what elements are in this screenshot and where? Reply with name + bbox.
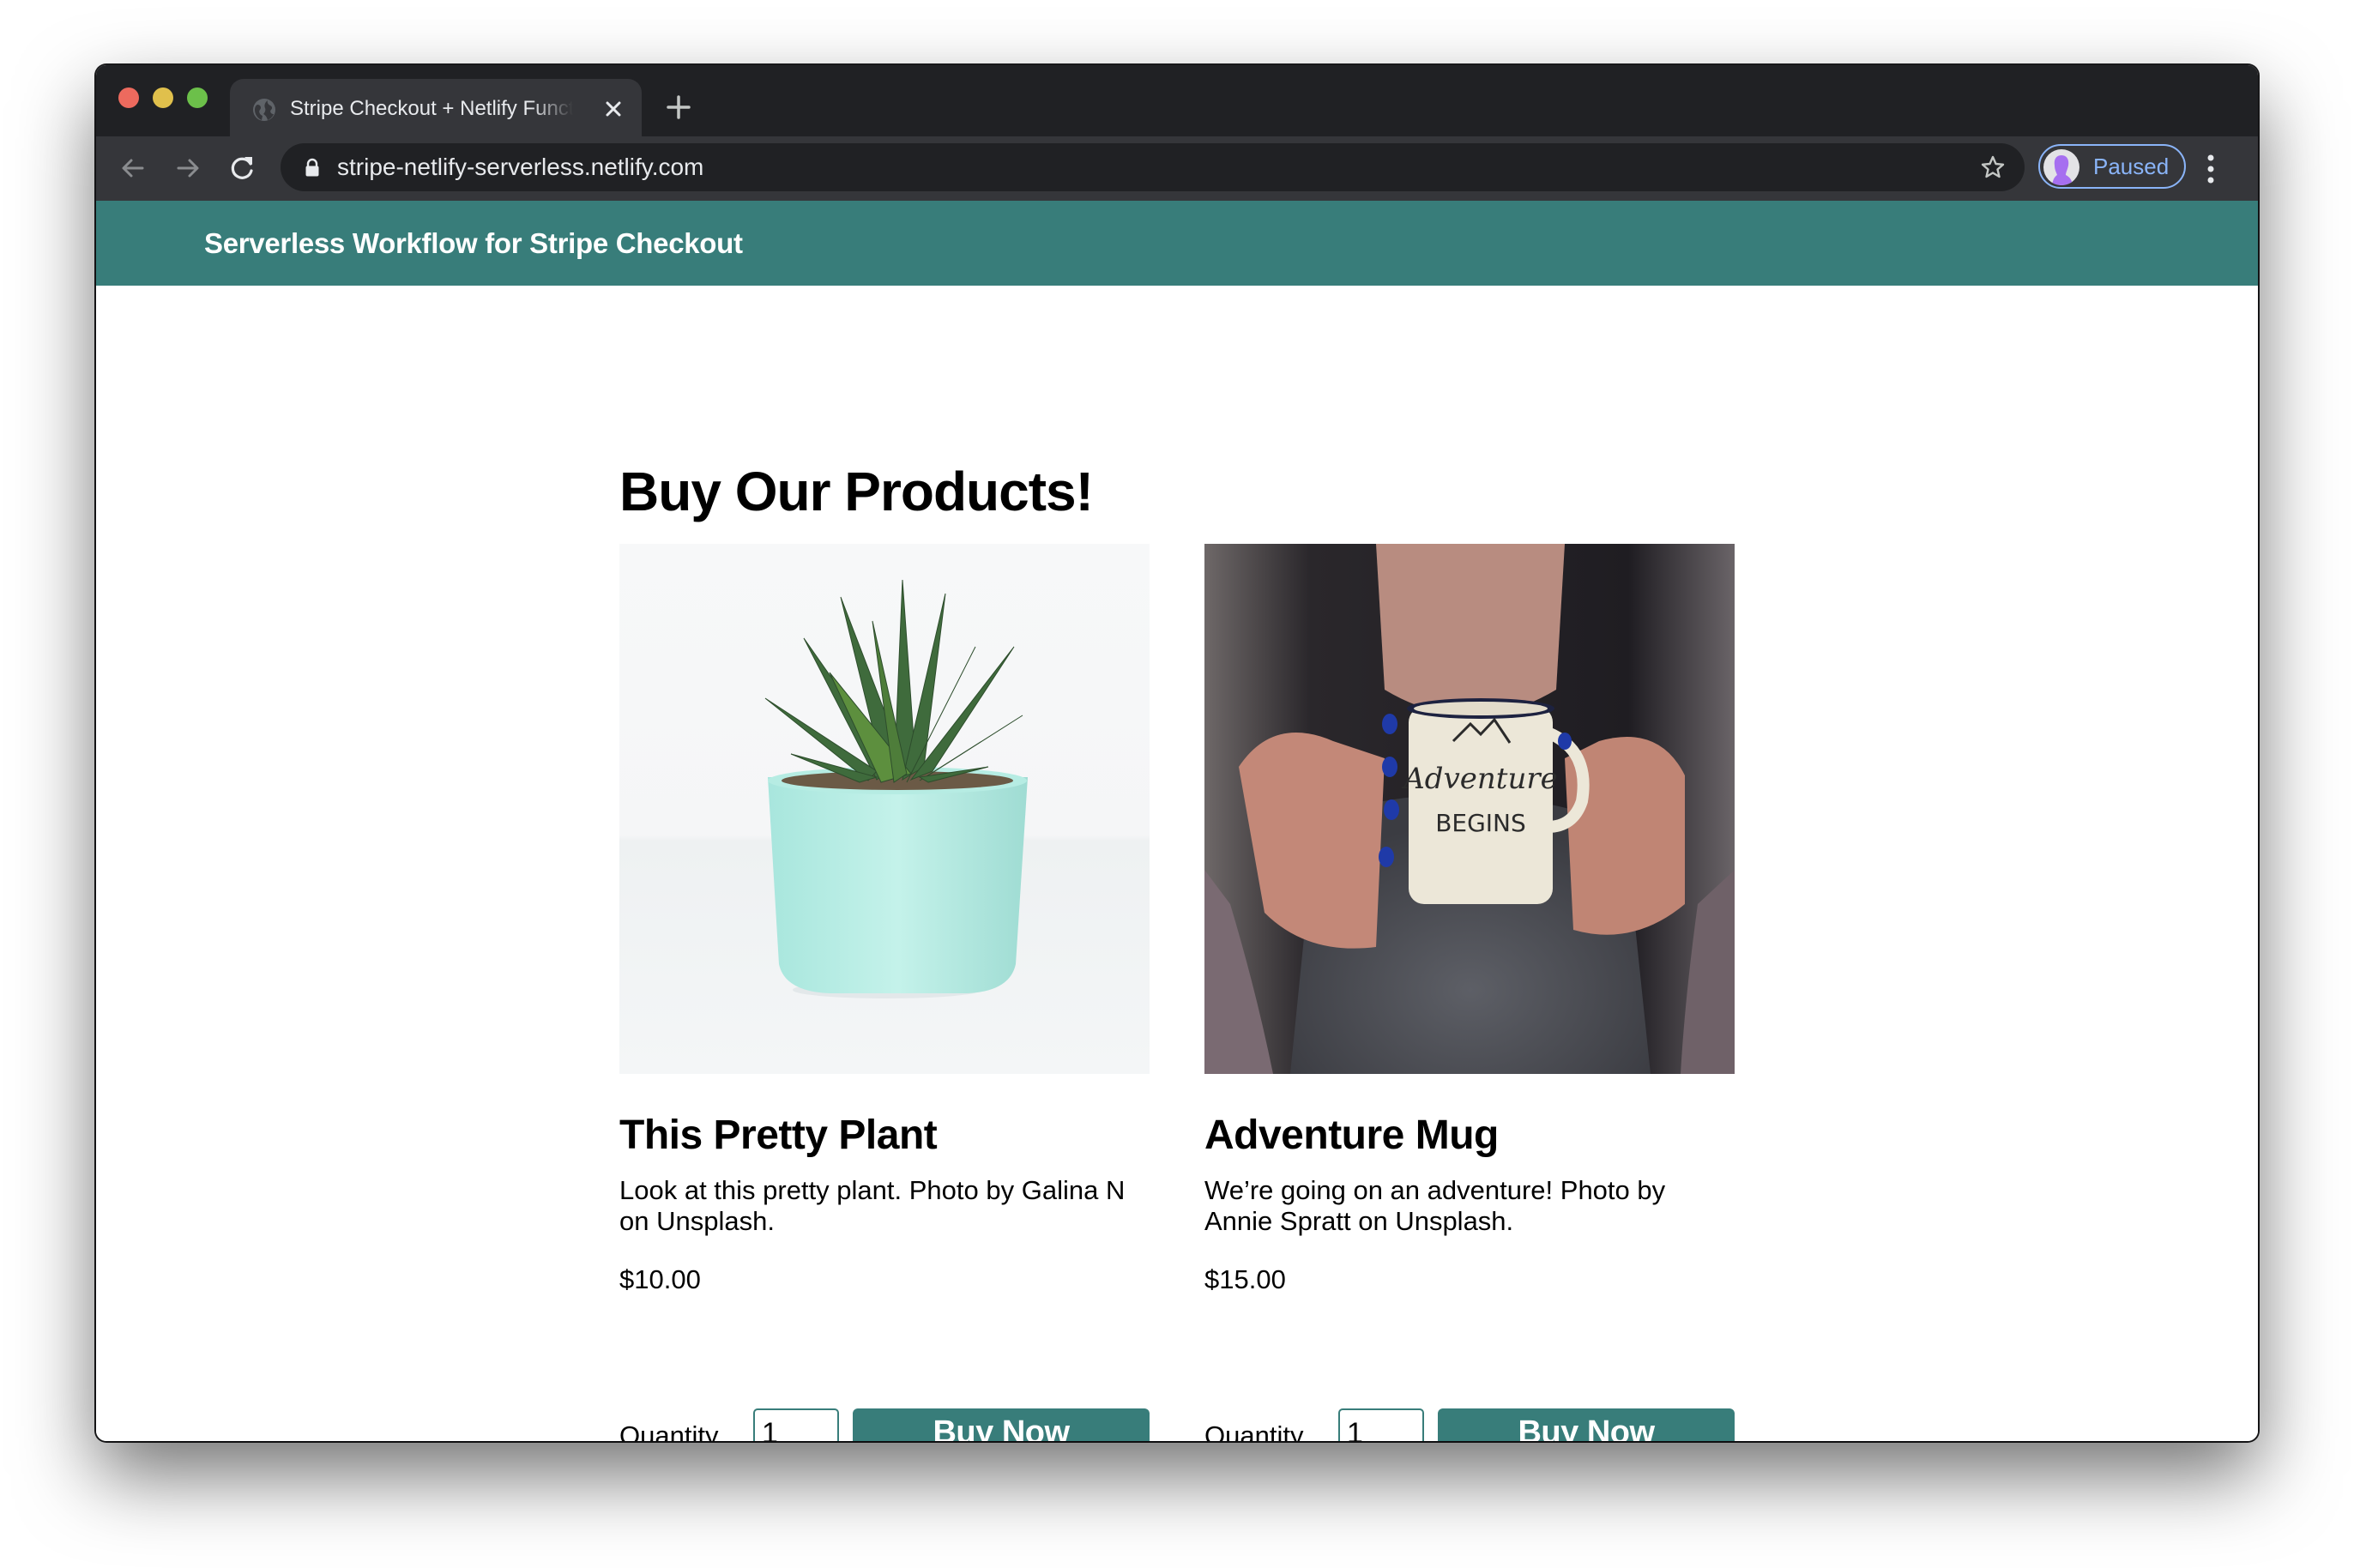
minimize-window-button[interactable] xyxy=(153,87,173,108)
quantity-row: Quantity Buy Now xyxy=(1204,1408,1735,1441)
product-image-mug: Adventure BEGINS xyxy=(1204,544,1735,1074)
buy-now-button[interactable]: Buy Now xyxy=(1438,1408,1735,1441)
page-content: Buy Our Products! This Pretty Plant Look… xyxy=(96,286,2258,1441)
profile-status: Paused xyxy=(2093,154,2170,179)
svg-text:Adventure: Adventure xyxy=(1401,762,1557,796)
site-header: Serverless Workflow for Stripe Checkout xyxy=(96,201,2258,286)
tab-strip: Stripe Checkout + Netlify Functions xyxy=(96,65,2258,137)
zoom-window-button[interactable] xyxy=(187,87,208,108)
product-name: This Pretty Plant xyxy=(619,1113,938,1158)
tab-title: Stripe Checkout + Netlify Functions xyxy=(290,97,573,120)
product-name: Adventure Mug xyxy=(1204,1113,1499,1158)
url-text[interactable]: stripe-netlify-serverless.netlify.com xyxy=(337,143,703,191)
address-bar[interactable]: stripe-netlify-serverless.netlify.com xyxy=(281,143,2025,191)
potted-succulent-photo xyxy=(619,544,1150,1074)
svg-text:BEGINS: BEGINS xyxy=(1435,809,1526,837)
profile-button[interactable]: Paused xyxy=(2038,144,2186,189)
product-price: $15.00 xyxy=(1204,1264,1286,1294)
reload-icon[interactable] xyxy=(228,154,257,183)
product-price: $10.00 xyxy=(619,1264,701,1294)
arrow-right-icon[interactable] xyxy=(173,154,202,183)
star-icon[interactable] xyxy=(1980,154,2006,180)
product-card: This Pretty Plant Look at this pretty pl… xyxy=(619,544,1150,1441)
lock-icon xyxy=(305,158,319,177)
quantity-input[interactable] xyxy=(753,1408,839,1441)
adventure-mug-photo: Adventure BEGINS xyxy=(1204,544,1735,1074)
arrow-left-icon[interactable] xyxy=(118,154,148,183)
quantity-row: Quantity Buy Now xyxy=(619,1408,1150,1441)
product-description: Look at this pretty plant. Photo by Gali… xyxy=(619,1175,1126,1236)
browser-tab[interactable]: Stripe Checkout + Netlify Functions xyxy=(230,79,642,137)
quantity-label: Quantity xyxy=(1204,1420,1304,1441)
browser-toolbar: stripe-netlify-serverless.netlify.com Pa… xyxy=(96,136,2258,201)
page-title: Buy Our Products! xyxy=(619,461,1094,522)
product-description: We’re going on an adventure! Photo by An… xyxy=(1204,1175,1666,1236)
plus-icon[interactable] xyxy=(666,94,691,120)
person-icon xyxy=(2052,155,2073,185)
product-card: Adventure BEGINS Adventure Mug We’re goi… xyxy=(1204,544,1735,1441)
globe-icon xyxy=(253,99,275,121)
more-vert-icon[interactable] xyxy=(2206,154,2215,184)
site-title[interactable]: Serverless Workflow for Stripe Checkout xyxy=(204,201,743,286)
product-image-plant xyxy=(619,544,1150,1074)
quantity-label: Quantity xyxy=(619,1420,719,1441)
buy-now-button[interactable]: Buy Now xyxy=(853,1408,1150,1441)
avatar xyxy=(2043,149,2079,185)
browser-window: Stripe Checkout + Netlify Functions stri… xyxy=(96,65,2258,1441)
quantity-input[interactable] xyxy=(1338,1408,1424,1441)
close-window-button[interactable] xyxy=(118,87,139,108)
close-icon[interactable] xyxy=(602,98,625,120)
